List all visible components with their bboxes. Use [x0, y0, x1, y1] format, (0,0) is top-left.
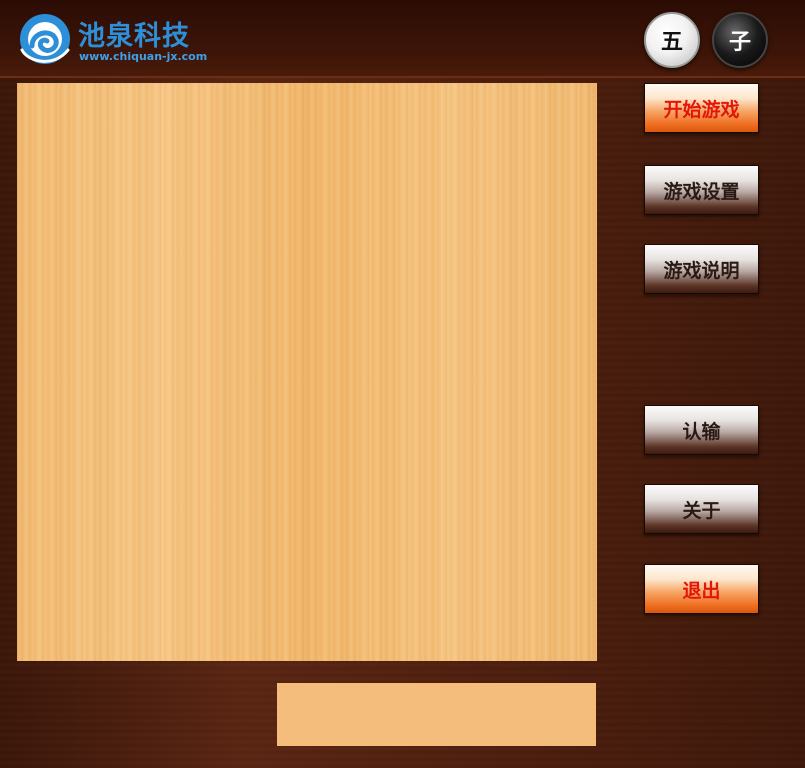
game-help-button[interactable]: 游戏说明 — [644, 244, 759, 294]
company-url: www.chiquan-jx.com — [79, 50, 208, 63]
start-game-button[interactable]: 开始游戏 — [644, 83, 759, 133]
resign-button[interactable]: 认输 — [644, 405, 759, 455]
status-box — [277, 683, 596, 746]
header-bar: 池泉科技 www.chiquan-jx.com 五 子 — [0, 0, 805, 78]
white-stone-title: 五 — [644, 12, 700, 68]
game-window: 池泉科技 www.chiquan-jx.com 五 子 开始游戏 游戏设置 游戏… — [0, 0, 805, 768]
company-logo: 池泉科技 www.chiquan-jx.com — [18, 10, 218, 66]
about-button[interactable]: 关于 — [644, 484, 759, 534]
game-settings-button[interactable]: 游戏设置 — [644, 165, 759, 215]
black-stone-title: 子 — [712, 12, 768, 68]
company-name: 池泉科技 — [78, 21, 190, 52]
logo-swirl-icon — [20, 14, 70, 64]
game-board[interactable] — [17, 83, 597, 661]
exit-button[interactable]: 退出 — [644, 564, 759, 614]
